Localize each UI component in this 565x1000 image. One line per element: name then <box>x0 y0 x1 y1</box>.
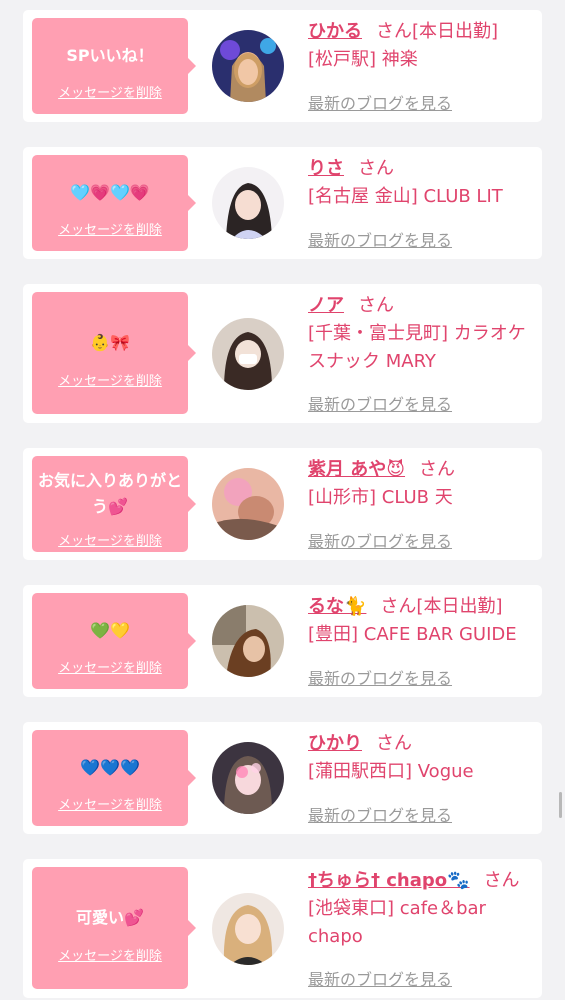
delete-message-link[interactable]: メッセージを削除 <box>32 530 188 549</box>
avatar[interactable] <box>212 605 284 677</box>
cast-name-link[interactable]: るな🐈 <box>308 596 366 617</box>
message-card: 可愛い💕 メッセージを削除 †ちゅら† chapo🐾 さん [池袋東口] cafe… <box>23 859 542 998</box>
latest-blog-link[interactable]: 最新のブログを見る <box>308 90 452 114</box>
cast-name-link[interactable]: 紫月 あや😈 <box>308 459 405 480</box>
latest-blog-link[interactable]: 最新のブログを見る <box>308 391 452 415</box>
cast-suffix: さん <box>358 295 394 316</box>
message-bubble: 👶🎀 メッセージを削除 <box>32 292 196 414</box>
message-bubble: 💙💙💙 メッセージを削除 <box>32 730 196 826</box>
cast-info: りさ さん [名古屋 金山] CLUB LIT <box>308 155 536 211</box>
message-card: お気に入りありがとう💕 メッセージを削除 紫月 あや😈 さん [山形市] CLUB… <box>23 448 542 560</box>
message-card: 👶🎀 メッセージを削除 ノア さん [千葉・富士見町] カラオケスナック MARY… <box>23 284 542 423</box>
cast-name-link[interactable]: ひかる <box>308 21 362 42</box>
latest-blog-link[interactable]: 最新のブログを見る <box>308 528 452 552</box>
avatar[interactable] <box>212 468 284 540</box>
message-card: 💚💛 メッセージを削除 るな🐈 さん[本日出勤] [豊田] CAFE BAR GU… <box>23 585 542 697</box>
cast-name-link[interactable]: †ちゅら† chapo🐾 <box>308 870 470 891</box>
delete-message-link[interactable]: メッセージを削除 <box>32 219 188 238</box>
message-bubble: 💚💛 メッセージを削除 <box>32 593 196 689</box>
message-bubble: SPいいね！ メッセージを削除 <box>32 18 196 114</box>
shop-name: [名古屋 金山] CLUB LIT <box>308 186 503 207</box>
message-text: 💙💙💙 <box>80 758 140 777</box>
cast-suffix: さん <box>483 870 520 891</box>
cast-suffix: さん <box>358 158 394 179</box>
cast-suffix: さん[本日出勤] <box>380 596 503 617</box>
shop-name: [蒲田駅西口] Vogue <box>308 761 474 782</box>
delete-message-link[interactable]: メッセージを削除 <box>32 370 188 389</box>
message-bubble: 🩵💗🩵💗 メッセージを削除 <box>32 155 196 251</box>
shop-name: [千葉・富士見町] カラオケスナック MARY <box>308 323 526 372</box>
delete-message-link[interactable]: メッセージを削除 <box>32 794 188 813</box>
message-bubble: 可愛い💕 メッセージを削除 <box>32 867 196 989</box>
message-bubble: お気に入りありがとう💕 メッセージを削除 <box>32 456 196 552</box>
message-text: 👶🎀 <box>90 333 130 352</box>
scrollbar[interactable] <box>559 792 562 818</box>
delete-message-link[interactable]: メッセージを削除 <box>32 82 188 101</box>
message-text: お気に入りありがとう💕 <box>38 471 183 516</box>
message-card: 💙💙💙 メッセージを削除 ひかり さん [蒲田駅西口] Vogue 最新のブログを… <box>23 722 542 834</box>
cast-suffix: さん[本日出勤] <box>376 21 499 42</box>
message-card: 🩵💗🩵💗 メッセージを削除 りさ さん [名古屋 金山] CLUB LIT 最新の… <box>23 147 542 259</box>
cast-suffix: さん <box>419 459 456 480</box>
message-text: SPいいね！ <box>66 46 154 65</box>
cast-info: 紫月 あや😈 さん [山形市] CLUB 天 <box>308 456 536 512</box>
cast-info: †ちゅら† chapo🐾 さん [池袋東口] cafe＆bar chapo <box>308 867 536 951</box>
avatar[interactable] <box>212 742 284 814</box>
avatar[interactable] <box>212 318 284 390</box>
latest-blog-link[interactable]: 最新のブログを見る <box>308 227 452 251</box>
cast-suffix: さん <box>376 733 412 754</box>
latest-blog-link[interactable]: 最新のブログを見る <box>308 966 452 990</box>
avatar[interactable] <box>212 30 284 102</box>
shop-name: [山形市] CLUB 天 <box>308 487 453 508</box>
delete-message-link[interactable]: メッセージを削除 <box>32 657 188 676</box>
cast-name-link[interactable]: ノア <box>308 295 344 316</box>
avatar[interactable] <box>212 167 284 239</box>
shop-name: [豊田] CAFE BAR GUIDE <box>308 624 517 645</box>
message-text: 💚💛 <box>90 621 130 640</box>
cast-info: ひかり さん [蒲田駅西口] Vogue <box>308 730 536 786</box>
shop-name: [池袋東口] cafe＆bar chapo <box>308 898 486 947</box>
message-text: 可愛い💕 <box>76 908 144 927</box>
message-text: 🩵💗🩵💗 <box>70 183 150 202</box>
cast-info: ひかる さん[本日出勤] [松戸駅] 神楽 <box>308 18 536 74</box>
shop-name: [松戸駅] 神楽 <box>308 49 418 70</box>
cast-name-link[interactable]: りさ <box>308 158 344 179</box>
cast-name-link[interactable]: ひかり <box>308 733 362 754</box>
cast-info: ノア さん [千葉・富士見町] カラオケスナック MARY <box>308 292 536 376</box>
avatar[interactable] <box>212 893 284 965</box>
message-card: SPいいね！ メッセージを削除 ひかる さん[本日出勤] [松戸駅] 神楽 最新の… <box>23 10 542 122</box>
cast-info: るな🐈 さん[本日出勤] [豊田] CAFE BAR GUIDE <box>308 593 536 649</box>
latest-blog-link[interactable]: 最新のブログを見る <box>308 665 452 689</box>
latest-blog-link[interactable]: 最新のブログを見る <box>308 802 452 826</box>
delete-message-link[interactable]: メッセージを削除 <box>32 945 188 964</box>
